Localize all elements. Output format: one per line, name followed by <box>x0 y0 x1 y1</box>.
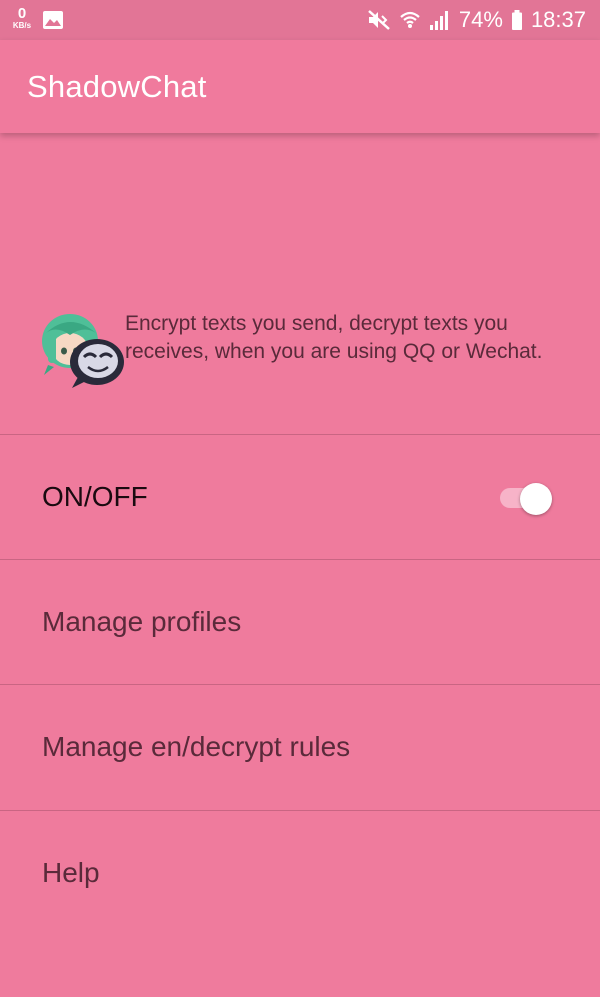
gallery-icon <box>43 11 63 29</box>
app-bar: ShadowChat <box>0 40 600 133</box>
battery-icon <box>511 10 522 30</box>
settings-list[interactable]: Encrypt texts you send, decrypt texts yo… <box>0 133 600 997</box>
status-icons: 74% 18:37 <box>367 0 586 40</box>
signal-icon <box>429 11 448 30</box>
net-speed-unit: KB/s <box>12 21 32 30</box>
on-off-label: ON/OFF <box>42 481 148 512</box>
clock: 18:37 <box>530 7 586 32</box>
status-bar: 0 KB/s 74% 18:37 <box>0 0 600 40</box>
intro-section: Encrypt texts you send, decrypt texts yo… <box>0 133 600 435</box>
intro-description: Encrypt texts you send, decrypt texts yo… <box>125 312 543 363</box>
pref-item-help[interactable]: Help <box>0 811 600 935</box>
toggle-thumb <box>520 483 552 515</box>
net-speed-indicator: 0 KB/s <box>10 6 34 30</box>
manage-profiles-label: Manage profiles <box>42 606 242 637</box>
pref-item-manage-profiles[interactable]: Manage profiles <box>0 560 600 684</box>
battery-percent: 74% <box>458 7 503 32</box>
shadowchat-logo-icon <box>42 314 124 388</box>
pref-item-on-off[interactable]: ON/OFF <box>0 435 600 559</box>
manage-rules-label: Manage en/decrypt rules <box>42 731 351 762</box>
net-speed-value: 0 <box>17 5 27 22</box>
pref-item-manage-rules[interactable]: Manage en/decrypt rules <box>0 685 600 809</box>
wifi-icon <box>400 11 420 28</box>
help-label: Help <box>42 857 100 888</box>
on-off-toggle[interactable] <box>500 483 554 515</box>
app-title: ShadowChat <box>27 69 207 104</box>
mute-vibrate-icon <box>368 10 390 30</box>
